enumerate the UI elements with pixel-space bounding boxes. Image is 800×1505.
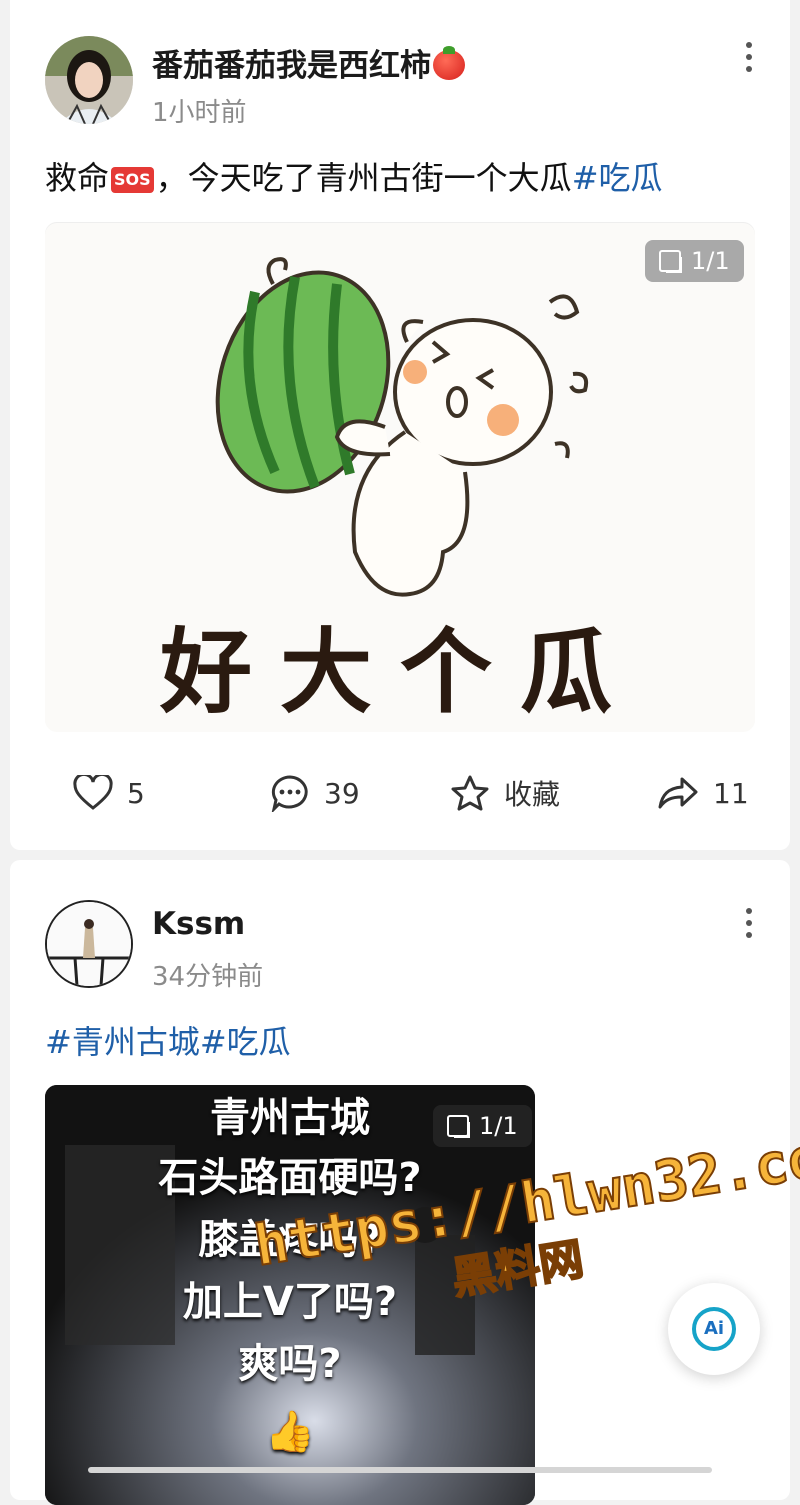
post-text-part: ，今天吃了青州古街一个大瓜 xyxy=(155,159,572,197)
image-counter-badge: 1/1 xyxy=(645,240,744,282)
overlay-line: 石头路面硬吗? xyxy=(158,1155,422,1201)
thumbs-up-emoji-icon: 👍 xyxy=(265,1409,315,1455)
post-time: 34分钟前 xyxy=(152,962,264,992)
gallery-icon xyxy=(447,1115,470,1138)
share-count: 11 xyxy=(713,776,749,810)
ai-icon: Ai xyxy=(692,1307,736,1351)
more-options-icon[interactable] xyxy=(744,42,754,78)
ai-assistant-button[interactable]: Ai xyxy=(668,1283,760,1375)
post-text: #青州古城#吃瓜 xyxy=(45,1022,291,1062)
image-counter-text: 1/1 xyxy=(691,247,730,275)
favorite-button[interactable]: 收藏 xyxy=(450,760,560,826)
comment-button[interactable]: 39 xyxy=(270,760,360,826)
post-time: 1小时前 xyxy=(152,98,247,128)
favorite-label: 收藏 xyxy=(504,778,561,811)
like-button[interactable]: 5 xyxy=(73,760,145,826)
username[interactable]: 番茄番茄我是西红柿 xyxy=(152,40,465,85)
like-count: 5 xyxy=(127,776,145,810)
avatar[interactable] xyxy=(45,900,133,988)
avatar-photo xyxy=(47,902,131,986)
image-counter-text: 1/1 xyxy=(479,1112,518,1140)
gallery-icon xyxy=(659,250,682,273)
post-text: 救命 SOS ，今天吃了青州古街一个大瓜#吃瓜 xyxy=(45,158,663,198)
hashtag-link[interactable]: #青州古城#吃瓜 xyxy=(45,1023,291,1061)
more-options-icon[interactable] xyxy=(744,908,754,944)
username[interactable]: Kssm xyxy=(152,906,245,942)
post-text-part: 救命 xyxy=(45,159,110,197)
avatar[interactable] xyxy=(45,36,133,124)
star-icon xyxy=(451,775,489,811)
hashtag-link[interactable]: #吃瓜 xyxy=(572,159,663,197)
overlay-line: 爽吗? xyxy=(238,1341,342,1387)
post-card[interactable]: Kssm 34分钟前 #青州古城#吃瓜 青州古城 石头路面硬吗? 膝盖疼吗? 加… xyxy=(10,860,790,1505)
image-counter-badge: 1/1 xyxy=(433,1105,532,1147)
horizontal-scrollbar[interactable] xyxy=(88,1467,712,1473)
post-image[interactable]: 1/1 好大个瓜 xyxy=(45,222,755,732)
comment-icon xyxy=(271,775,308,812)
sticker-caption: 好大个瓜 xyxy=(159,618,640,726)
comment-count: 39 xyxy=(324,776,360,810)
heart-icon xyxy=(73,775,113,810)
username-text: 番茄番茄我是西红柿 xyxy=(152,48,431,84)
tomato-emoji-icon xyxy=(433,46,465,80)
post-actions: 5 39 收藏 11 xyxy=(45,760,755,826)
share-icon xyxy=(658,777,698,809)
share-button[interactable]: 11 xyxy=(657,760,749,826)
overlay-line: 加上V了吗? xyxy=(182,1279,398,1325)
post-card[interactable]: 番茄番茄我是西红柿 1小时前 救命 SOS ，今天吃了青州古街一个大瓜#吃瓜 1… xyxy=(10,0,790,850)
post-image[interactable]: 青州古城 石头路面硬吗? 膝盖疼吗? 加上V了吗? 爽吗? 👍 1/1 xyxy=(45,1085,535,1505)
sos-emoji-icon: SOS xyxy=(111,167,154,193)
overlay-line: 膝盖疼吗? xyxy=(198,1217,382,1263)
overlay-text: 青州古城 石头路面硬吗? 膝盖疼吗? 加上V了吗? 爽吗? 👍 xyxy=(45,1085,535,1505)
avatar-photo xyxy=(45,36,133,124)
